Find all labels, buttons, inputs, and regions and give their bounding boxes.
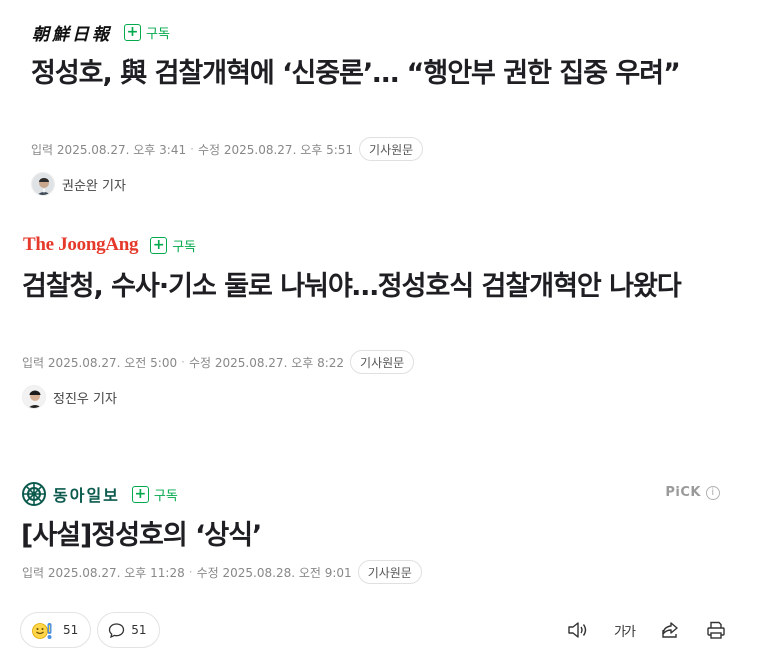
donga-logo[interactable]: 동아일보 — [22, 481, 120, 507]
reaction-count: 51 — [63, 623, 79, 637]
info-icon[interactable]: i — [706, 485, 720, 500]
reporter-avatar — [31, 172, 55, 196]
donga-emblem-icon — [22, 482, 46, 506]
reaction-emoji-icon — [32, 623, 52, 639]
font-size-label: 가가 — [614, 624, 636, 640]
pick-badge[interactable]: PiCK i — [665, 485, 720, 500]
plus-icon: + — [124, 23, 141, 41]
press-row: 동아일보 + 구독 — [22, 481, 178, 507]
edit-time: 2025.08.27. 오후 5:51 — [223, 142, 354, 157]
separator: · — [181, 355, 185, 369]
edit-time: 2025.08.27. 오후 8:22 — [214, 355, 345, 370]
subscribe-label: 구독 — [146, 26, 170, 42]
article-meta: 입력 2025.08.27. 오후 11:28 · 수정 2025.08.28.… — [22, 560, 422, 584]
input-label: 입력 — [31, 142, 54, 157]
input-time: 2025.08.27. 오후 11:28 — [47, 565, 185, 580]
reporter-row[interactable]: 정진우 기자 — [22, 385, 117, 409]
separator: · — [190, 142, 194, 156]
comment-count: 51 — [131, 623, 147, 637]
input-label: 입력 — [22, 565, 45, 580]
input-time: 2025.08.27. 오후 3:41 — [56, 142, 187, 157]
plus-icon: + — [131, 485, 149, 503]
subscribe-label: 구독 — [172, 239, 197, 255]
edit-label: 수정 — [197, 142, 221, 157]
article-meta: 입력 2025.08.27. 오전 5:00 · 수정 2025.08.27. … — [22, 350, 415, 374]
speaker-icon — [568, 622, 587, 638]
subscribe-button[interactable]: + 구독 — [150, 236, 196, 255]
original-article-button[interactable]: 기사원문 — [359, 137, 424, 161]
reporter-name: 권순완 기자 — [62, 178, 126, 194]
chosun-logo[interactable]: 朝鮮日報 — [32, 19, 112, 45]
reporter-row[interactable]: 권순완 기자 — [31, 172, 126, 196]
article-headline[interactable]: 검찰청, 수사·기소 둘로 나눠야…정성호식 검찰개혁안 나왔다 — [22, 268, 722, 306]
input-label: 입력 — [22, 355, 45, 370]
article-action-bar: 51 51 가가 — [20, 612, 728, 648]
share-button[interactable] — [658, 618, 682, 642]
reaction-button[interactable]: 51 — [20, 612, 92, 648]
joongang-logo[interactable]: The JoongAng — [23, 232, 138, 258]
reporter-avatar — [22, 385, 46, 409]
pick-label: PiCK — [665, 485, 701, 500]
tts-button[interactable] — [566, 618, 590, 642]
subscribe-button[interactable]: + 구독 — [131, 485, 178, 504]
comment-button[interactable]: 51 — [97, 612, 160, 648]
input-time: 2025.08.27. 오전 5:00 — [47, 355, 178, 370]
article-headline[interactable]: [사설]정성호의 ‘상식’ — [21, 517, 721, 555]
edit-label: 수정 — [196, 565, 219, 580]
donga-logo-text: 동아일보 — [53, 486, 120, 505]
edit-label: 수정 — [188, 355, 212, 370]
press-row: The JoongAng + 구독 — [23, 232, 196, 258]
original-article-button[interactable]: 기사원문 — [350, 350, 415, 374]
subscribe-button[interactable]: + 구독 — [124, 23, 170, 42]
comment-icon — [109, 622, 125, 638]
plus-icon: + — [150, 236, 168, 254]
reporter-name: 정진우 기자 — [53, 391, 117, 407]
original-article-button[interactable]: 기사원문 — [357, 560, 422, 584]
font-size-button[interactable]: 가가 — [612, 618, 636, 642]
share-icon — [662, 622, 678, 638]
print-icon — [707, 621, 725, 639]
article-tools: 가가 — [566, 618, 728, 642]
print-button[interactable] — [704, 618, 728, 642]
separator: · — [188, 565, 193, 579]
article-headline[interactable]: 정성호, 與 검찰개혁에 ‘신중론’… “행안부 권한 집중 우려” — [31, 55, 731, 93]
edit-time: 2025.08.28. 오전 9:01 — [222, 565, 352, 580]
press-row: 朝鮮日報 + 구독 — [32, 19, 170, 45]
subscribe-label: 구독 — [153, 488, 178, 504]
article-meta: 입력 2025.08.27. 오후 3:41 · 수정 2025.08.27. … — [31, 137, 424, 161]
